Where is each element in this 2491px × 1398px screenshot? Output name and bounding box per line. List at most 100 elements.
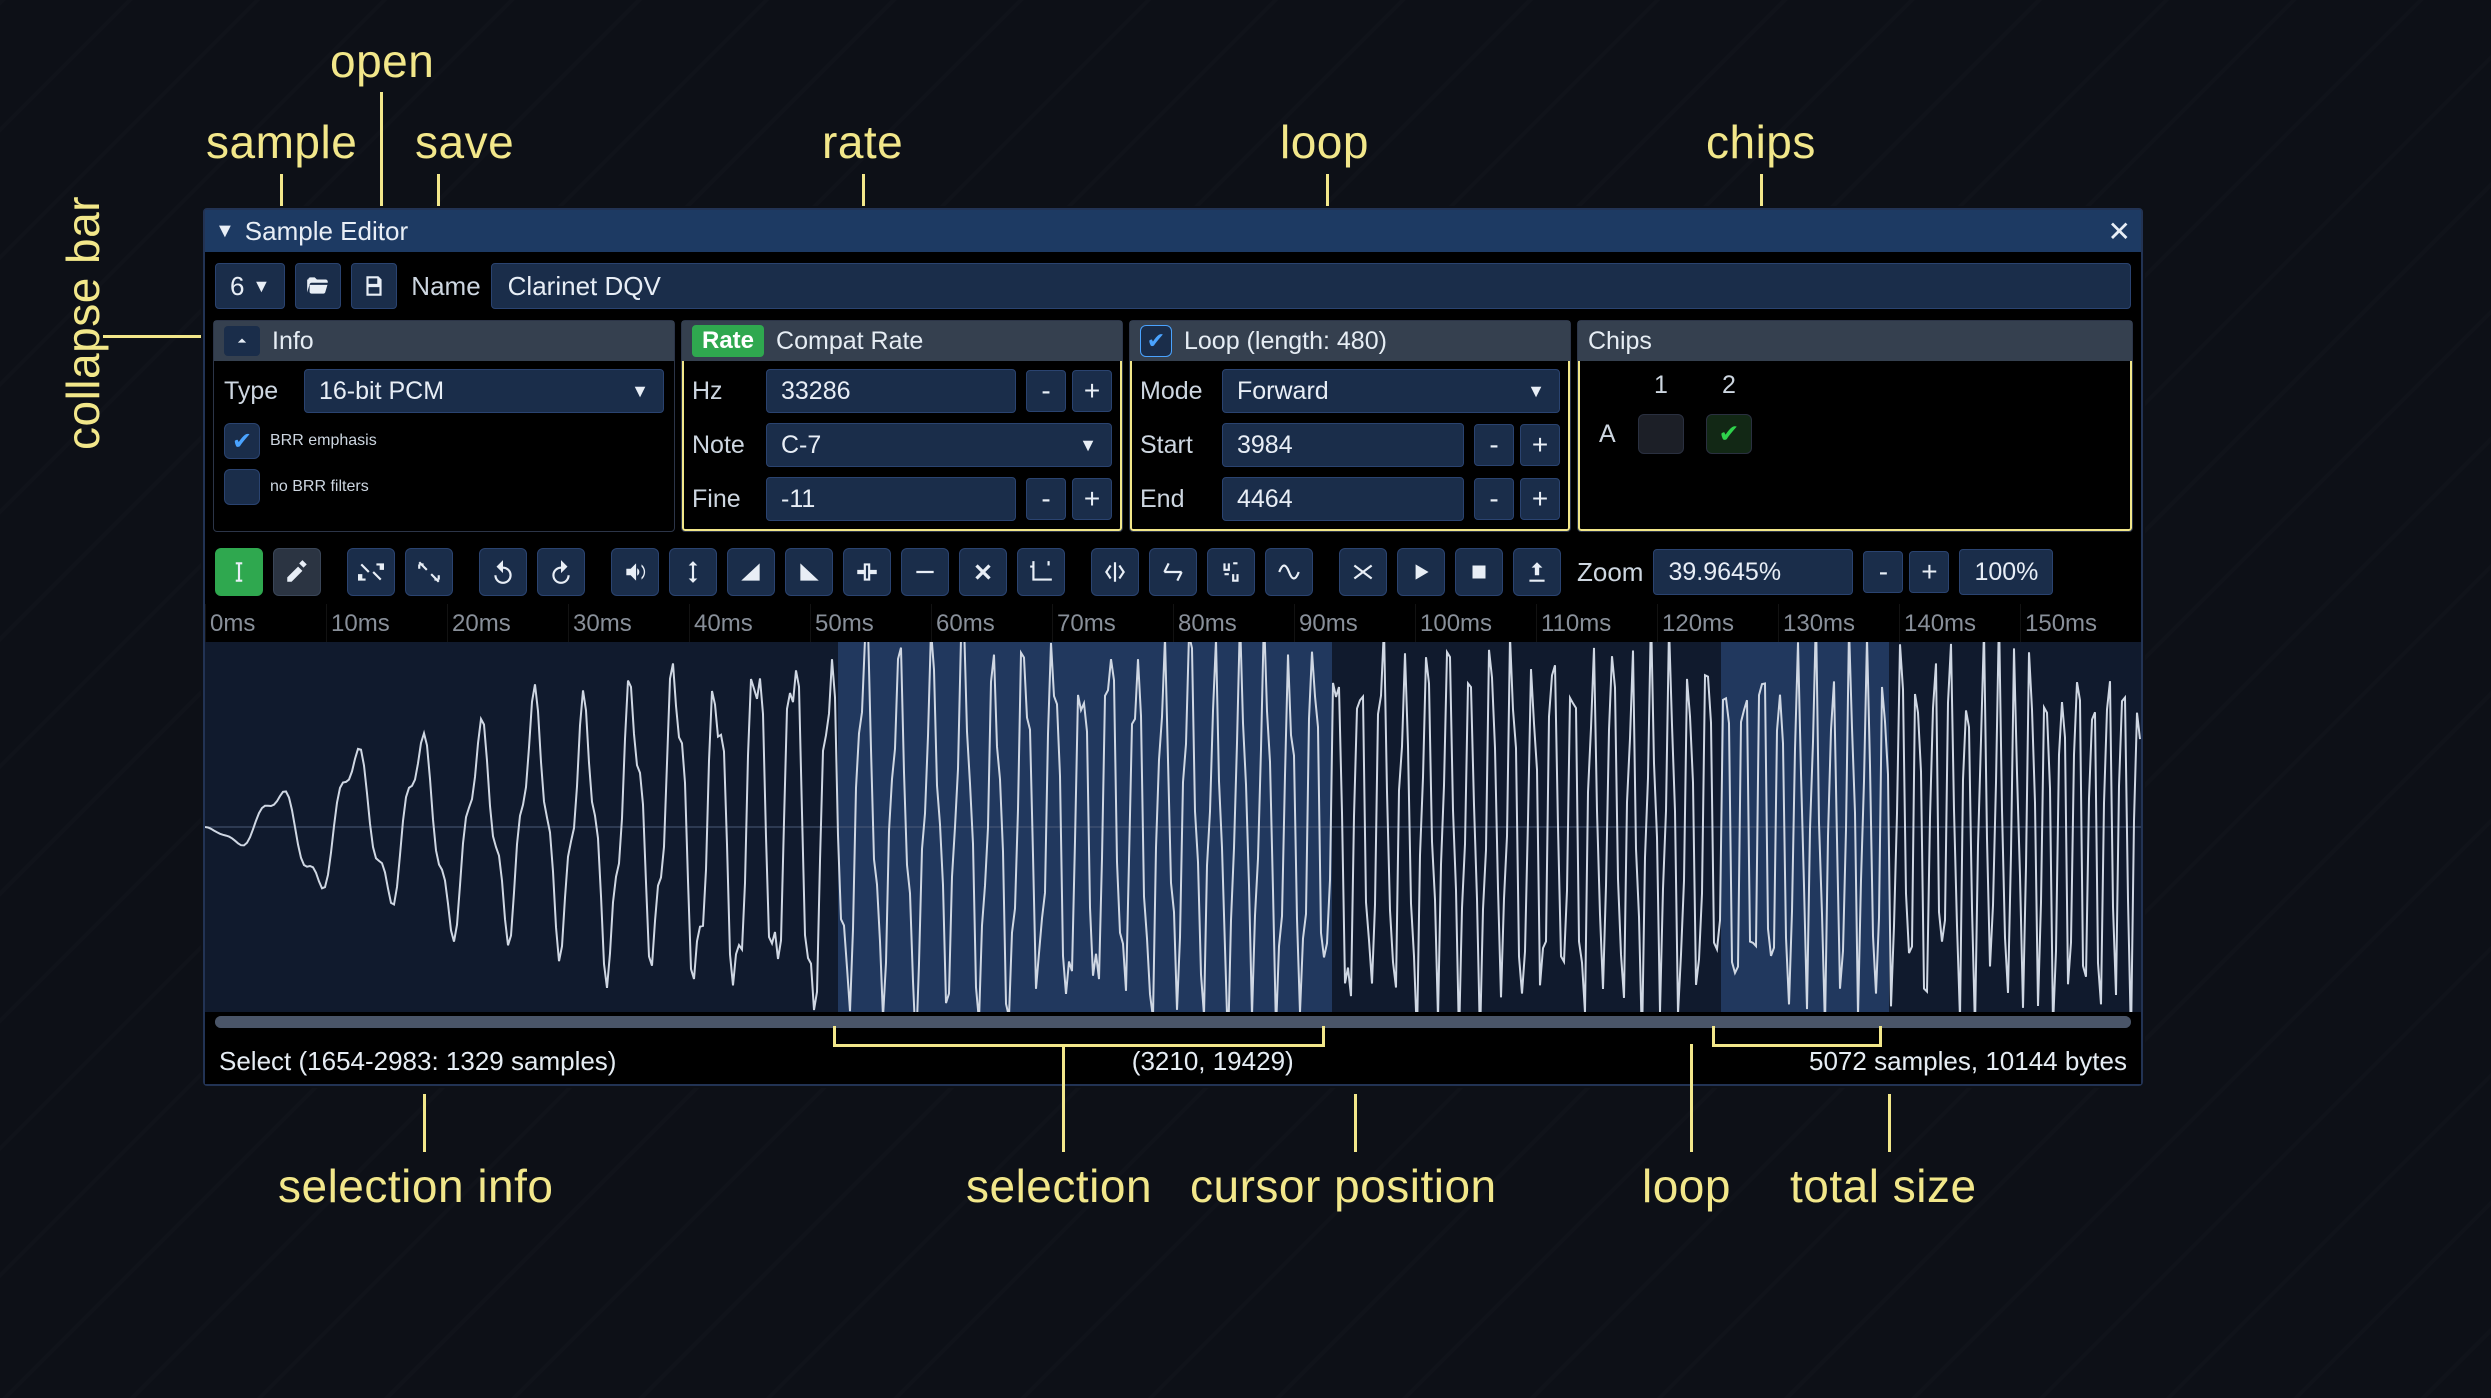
ruler-tick: 70ms	[1052, 604, 1173, 642]
leader	[423, 1094, 426, 1152]
zoom-minus[interactable]: -	[1863, 551, 1903, 593]
brr-emphasis-checkbox[interactable]: ✔	[224, 423, 260, 459]
crossfade-loop-button[interactable]	[1339, 548, 1387, 596]
fade-in-icon	[738, 559, 764, 585]
fine-plus[interactable]: +	[1072, 478, 1112, 520]
hz-plus[interactable]: +	[1072, 370, 1112, 412]
sample-name-input[interactable]: Clarinet DQV	[491, 263, 2131, 309]
loop-enable-checkbox[interactable]: ✔	[1140, 325, 1172, 357]
reverse-icon	[1102, 559, 1128, 585]
chips-header: Chips	[1578, 321, 2132, 361]
toolbar: Zoom 39.9645% -+ 100%	[205, 540, 2141, 604]
ruler-tick-label: 80ms	[1178, 610, 1237, 638]
zoom-plus[interactable]: +	[1909, 551, 1949, 593]
sample-name-value: Clarinet DQV	[508, 271, 661, 302]
note-label: Note	[692, 431, 756, 460]
waveform-display[interactable]	[205, 642, 2141, 1012]
zoom-100-button[interactable]: 100%	[1959, 549, 2053, 595]
zoom-input[interactable]: 39.9645%	[1653, 549, 1853, 595]
sample-index-picker[interactable]: 6 ▼	[215, 263, 285, 309]
brr-emphasis-label: BRR emphasis	[270, 432, 377, 450]
fade-in-button[interactable]	[727, 548, 775, 596]
fade-out-button[interactable]	[785, 548, 833, 596]
loop-start-plus[interactable]: +	[1520, 424, 1560, 466]
fine-input[interactable]: -11	[766, 477, 1016, 521]
loop-start-minus[interactable]: -	[1474, 424, 1514, 466]
insert-silence-button[interactable]	[843, 548, 891, 596]
loop-end-input[interactable]: 4464	[1222, 477, 1464, 521]
delete-button[interactable]	[959, 548, 1007, 596]
chevron-down-icon: ▼	[1079, 435, 1097, 456]
ruler-tick: 60ms	[931, 604, 1052, 642]
callout-sample: sample	[206, 115, 357, 169]
redo-button[interactable]	[537, 548, 585, 596]
chip-row-A: A	[1598, 410, 1626, 458]
title-bar[interactable]: ▼ Sample Editor ✕	[205, 210, 2141, 252]
no-brr-filters-checkbox[interactable]: ✔	[224, 469, 260, 505]
chips-panel: Chips 1 2 A ✔	[1577, 320, 2133, 532]
loop-mode-value: Forward	[1237, 377, 1329, 406]
invert-button[interactable]	[1149, 548, 1197, 596]
save-button[interactable]	[351, 263, 397, 309]
note-select[interactable]: C-7 ▼	[766, 423, 1112, 467]
leader	[1354, 1094, 1357, 1152]
silence-button[interactable]	[901, 548, 949, 596]
loop-start-input[interactable]: 3984	[1222, 423, 1464, 467]
filter-button[interactable]	[1265, 548, 1313, 596]
loop-header: ✔ Loop (length: 480)	[1130, 321, 1570, 361]
status-selection: Select (1654-2983: 1329 samples)	[219, 1046, 616, 1077]
loop-end-label: End	[1140, 485, 1212, 514]
save-icon	[361, 273, 387, 299]
open-button[interactable]	[295, 263, 341, 309]
ruler-tick-label: 70ms	[1057, 610, 1116, 638]
loop-end-minus[interactable]: -	[1474, 478, 1514, 520]
close-icon[interactable]: ✕	[2108, 215, 2131, 248]
hz-minus[interactable]: -	[1026, 370, 1066, 412]
upload-icon	[1524, 559, 1550, 585]
normalize-button[interactable]	[669, 548, 717, 596]
reverse-button[interactable]	[1091, 548, 1139, 596]
loop-mode-select[interactable]: Forward ▼	[1222, 369, 1560, 413]
rate-header: Rate Compat Rate	[682, 321, 1122, 361]
leader	[103, 335, 203, 338]
type-select[interactable]: 16-bit PCM ▼	[304, 369, 664, 413]
collapse-icon[interactable]: ▼	[215, 220, 235, 243]
undo-button[interactable]	[479, 548, 527, 596]
stop-button[interactable]	[1455, 548, 1503, 596]
filter-icon	[1276, 559, 1302, 585]
redo-icon	[548, 559, 574, 585]
chevron-down-icon: ▼	[1527, 381, 1545, 402]
insert-icon	[854, 559, 880, 585]
preview-button[interactable]	[611, 548, 659, 596]
fine-minus[interactable]: -	[1026, 478, 1066, 520]
draw-tool-button[interactable]	[273, 548, 321, 596]
loop-end-plus[interactable]: +	[1520, 478, 1560, 520]
zoom-in-sel-button[interactable]	[347, 548, 395, 596]
zoom-out-sel-button[interactable]	[405, 548, 453, 596]
collapse-panel-button[interactable]	[224, 326, 260, 356]
rate-badge[interactable]: Rate	[692, 325, 764, 357]
leader	[1690, 1044, 1693, 1152]
hz-input[interactable]: 33286	[766, 369, 1016, 413]
ruler-tick: 150ms	[2020, 604, 2141, 642]
loop-mode-label: Mode	[1140, 377, 1212, 406]
cursor-tool-button[interactable]	[215, 548, 263, 596]
ruler-tick-label: 110ms	[1541, 610, 1611, 638]
trim-button[interactable]	[1017, 548, 1065, 596]
chevron-down-icon: ▼	[252, 276, 270, 297]
loop-start-value: 3984	[1237, 431, 1293, 460]
chip-A2[interactable]: ✔	[1706, 414, 1752, 454]
rate-header-label: Compat Rate	[776, 327, 923, 356]
create-instrument-button[interactable]	[1513, 548, 1561, 596]
crop-icon	[1028, 559, 1054, 585]
sign-button[interactable]	[1207, 548, 1255, 596]
chip-col-1: 1	[1628, 371, 1694, 408]
callout-cursor-pos: cursor position	[1190, 1159, 1497, 1213]
callout-loop: loop	[1280, 115, 1369, 169]
chip-A1[interactable]	[1638, 414, 1684, 454]
play-button[interactable]	[1397, 548, 1445, 596]
ruler-tick-label: 0ms	[210, 610, 255, 638]
time-ruler[interactable]: 0ms10ms20ms30ms40ms50ms60ms70ms80ms90ms1…	[205, 604, 2141, 642]
callout-open: open	[330, 34, 434, 88]
ruler-tick: 140ms	[1899, 604, 2020, 642]
